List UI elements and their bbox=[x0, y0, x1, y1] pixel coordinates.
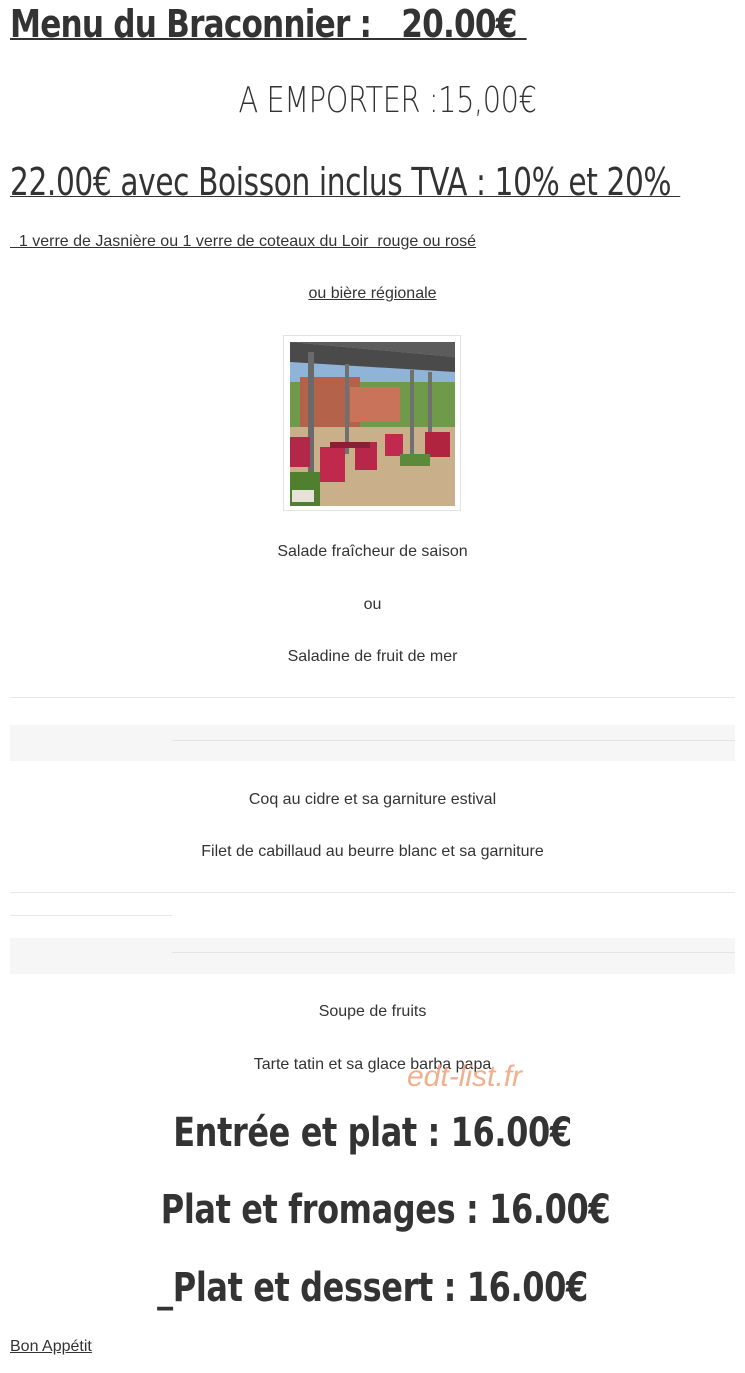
entree-item-1: Salade fraîcheur de saison bbox=[277, 543, 468, 560]
emporter-price: A EMPORTER :15,00€ bbox=[238, 80, 537, 121]
entree-item-2: Saladine de fruit de mer bbox=[287, 648, 458, 665]
plat-item-1: Coq au cidre et sa garniture estival bbox=[248, 791, 497, 808]
beer-option-line: ou bière régionale bbox=[308, 285, 437, 302]
formule-entree-plat: Entrée et plat : 16.00€ bbox=[173, 1110, 572, 1156]
section-band bbox=[10, 725, 735, 761]
boisson-price-line: 22.00€ avec Boisson inclus TVA : 10% et … bbox=[10, 160, 681, 204]
terrace-image bbox=[290, 342, 455, 506]
terrace-photo bbox=[283, 335, 461, 511]
dessert-item-2: Tarte tatin et sa glace barba papa bbox=[253, 1056, 492, 1073]
section-divider bbox=[10, 697, 735, 698]
band-rule bbox=[172, 740, 735, 741]
formule-plat-dessert: _Plat et dessert : 16.00€ bbox=[157, 1265, 588, 1311]
watermark-text: edt-list.fr bbox=[407, 1060, 523, 1093]
bon-appetit-link[interactable]: Bon Appétit bbox=[10, 1338, 92, 1356]
band-rule bbox=[172, 952, 735, 953]
section-band bbox=[10, 938, 735, 974]
section-divider bbox=[10, 892, 735, 893]
menu-title: Menu du Braconnier : 20.00€ bbox=[10, 2, 527, 46]
plat-item-2: Filet de cabillaud au beurre blanc et sa… bbox=[201, 843, 544, 860]
wine-option-line: 1 verre de Jasnière ou 1 verre de coteau… bbox=[10, 233, 477, 250]
section-divider-short bbox=[10, 915, 172, 916]
formule-plat-fromages: Plat et fromages : 16.00€ bbox=[160, 1187, 611, 1233]
entree-or: ou bbox=[363, 596, 382, 613]
dessert-item-1: Soupe de fruits bbox=[318, 1003, 427, 1020]
